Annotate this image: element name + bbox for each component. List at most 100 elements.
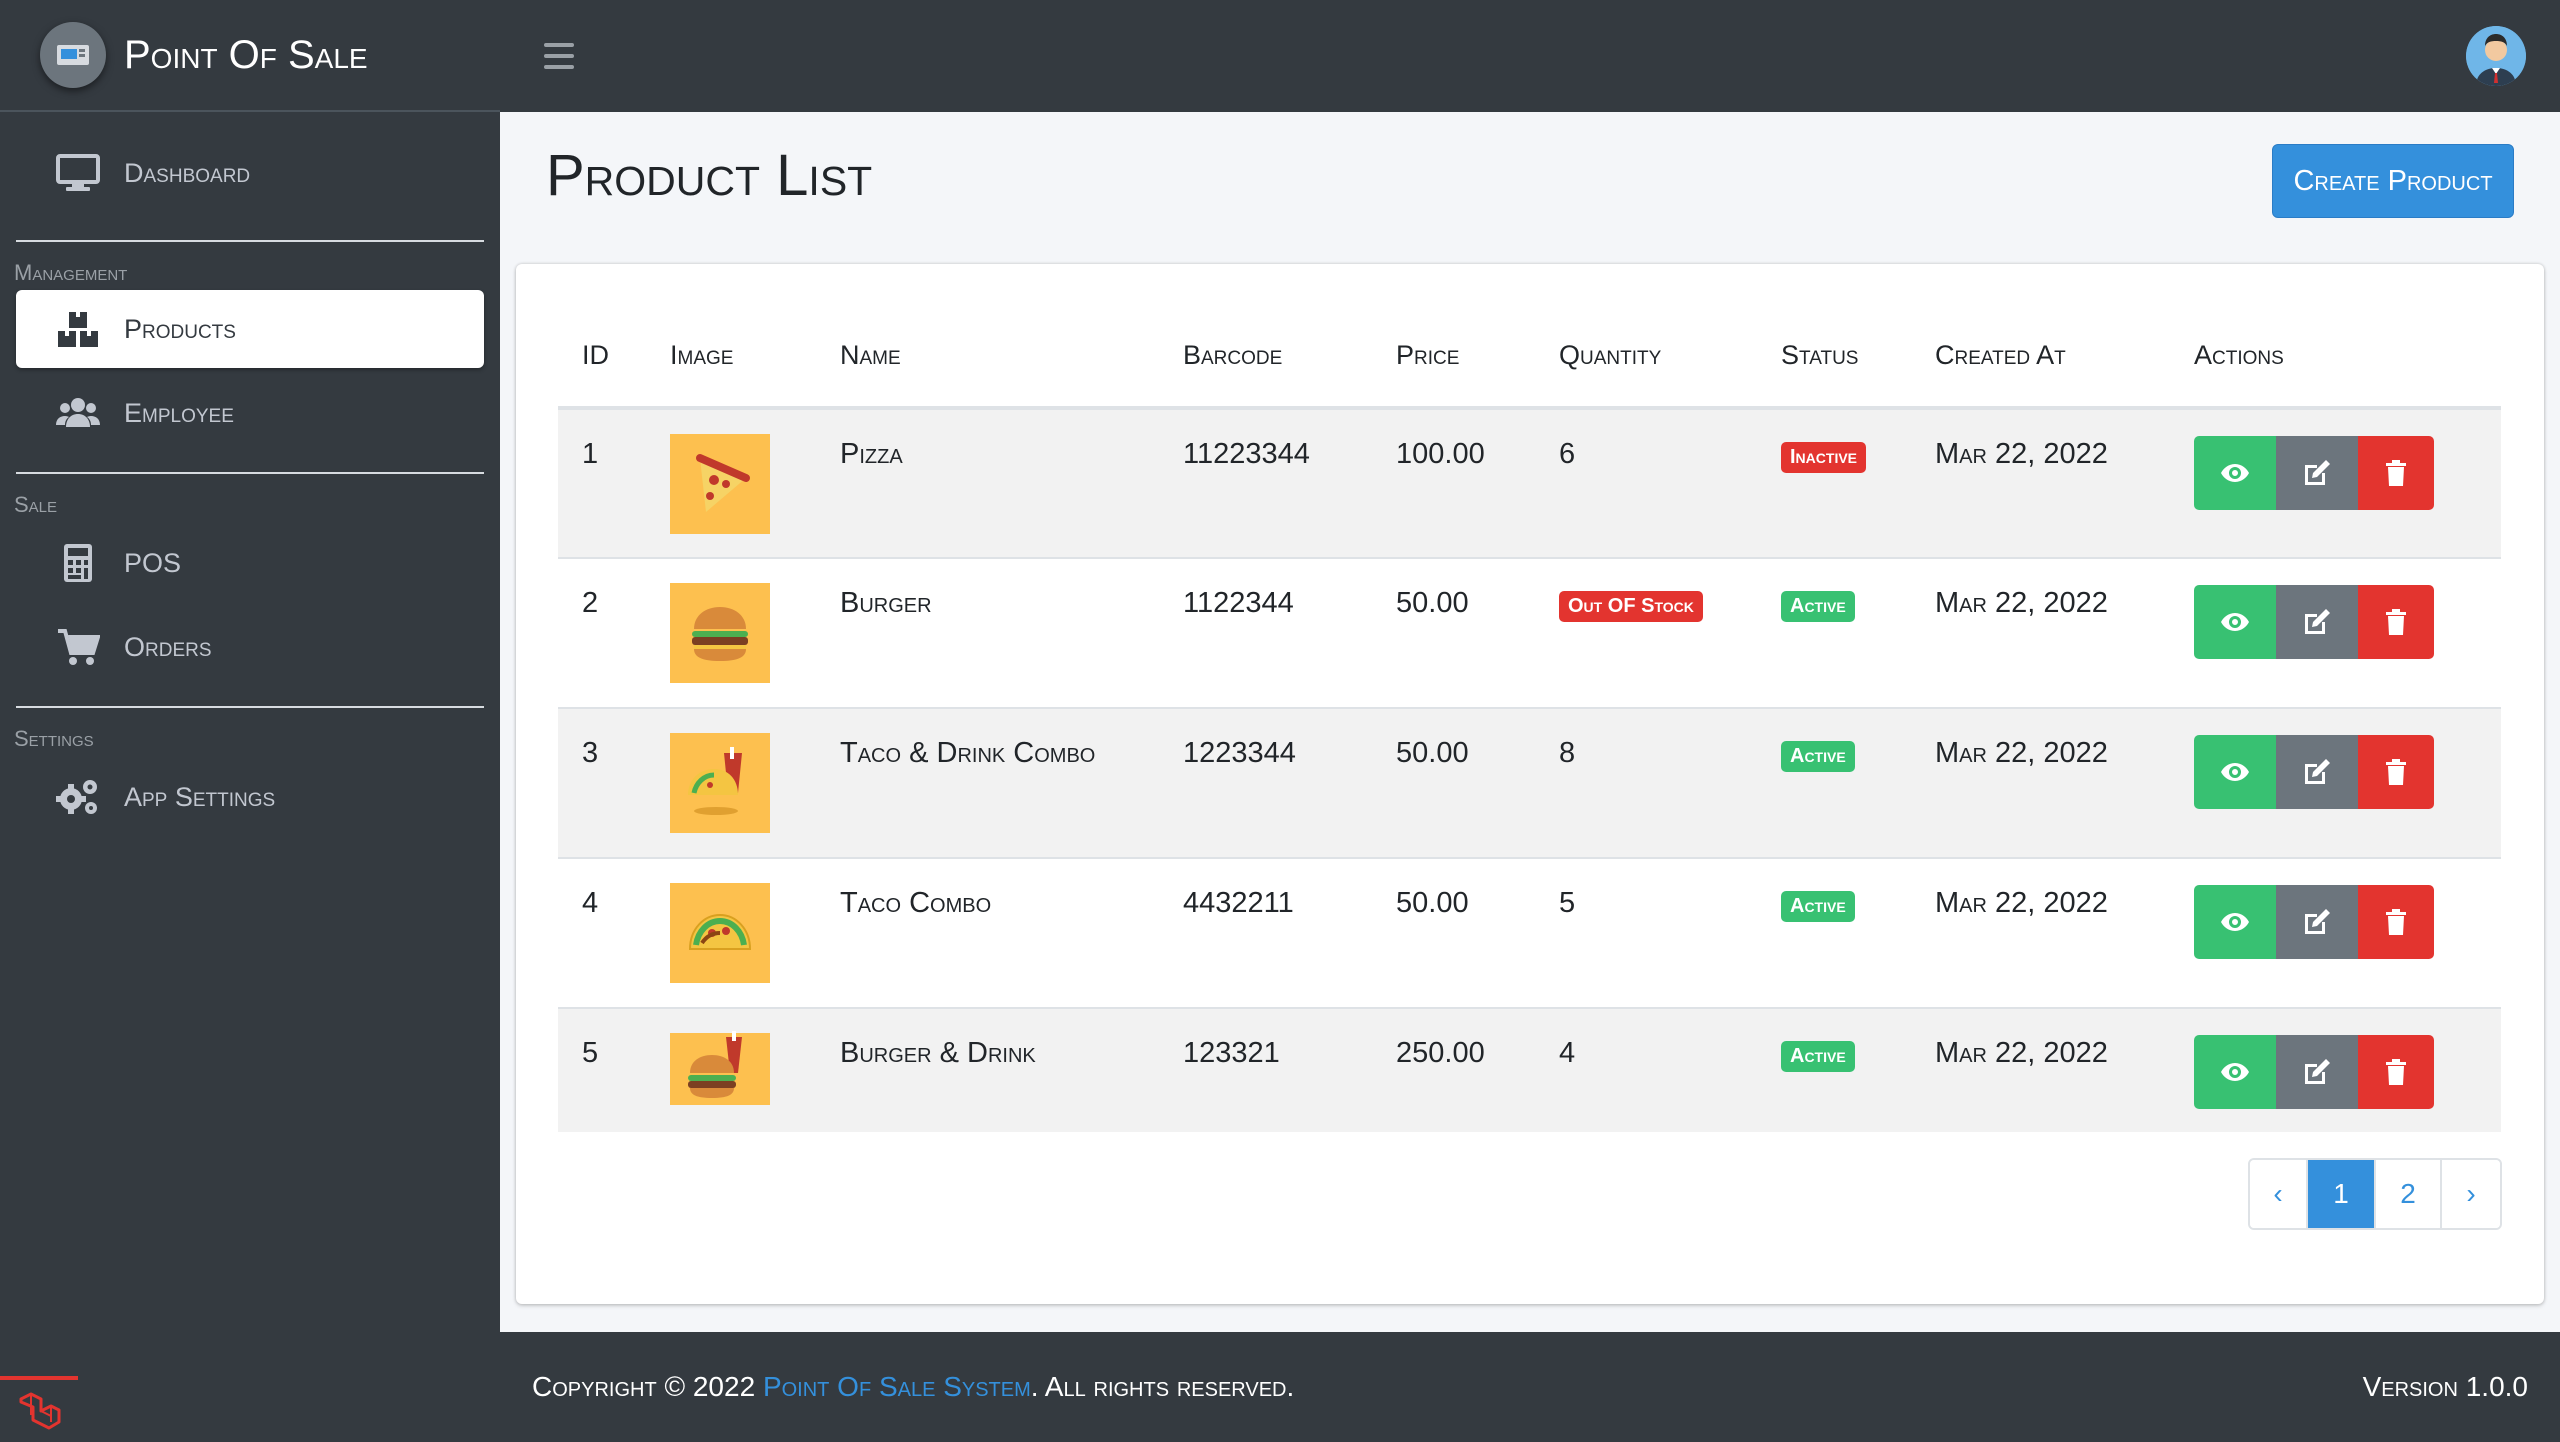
edit-button[interactable] bbox=[2276, 585, 2358, 659]
table-row: 4 Taco Combo 4432211 50.00 5 Active Mar … bbox=[558, 857, 2501, 1008]
user-avatar[interactable] bbox=[2466, 26, 2526, 86]
cell-barcode: 123321 bbox=[1159, 1007, 1372, 1132]
delete-button[interactable] bbox=[2358, 735, 2434, 809]
edit-icon bbox=[2305, 1059, 2330, 1084]
burger-icon bbox=[670, 583, 770, 683]
status-badge: Active bbox=[1781, 1041, 1855, 1072]
out-of-stock-badge: Out OF Stock bbox=[1559, 591, 1703, 622]
column-header-name: Name bbox=[816, 304, 1159, 410]
eye-icon bbox=[2221, 913, 2249, 931]
sidebar-item-dashboard[interactable]: Dashboard bbox=[16, 134, 484, 212]
delete-button[interactable] bbox=[2358, 585, 2434, 659]
table-header-row: ID Image Name Barcode Price Quantity Sta… bbox=[558, 304, 2501, 410]
table-row: 2 Burger 1122344 50.00 Out OF Stock Acti… bbox=[558, 557, 2501, 708]
edit-icon bbox=[2305, 759, 2330, 784]
edit-button[interactable] bbox=[2276, 735, 2358, 809]
footer-copyright: Copyright © 2022 Point Of Sale System. A… bbox=[532, 1371, 1294, 1403]
cell-created-at: Mar 22, 2022 bbox=[1911, 557, 2170, 708]
cell-created-at: Mar 22, 2022 bbox=[1911, 857, 2170, 1008]
sidebar-item-label: Products bbox=[124, 313, 236, 344]
cell-name: Taco Combo bbox=[816, 857, 1159, 1008]
nav-header-settings: Settings bbox=[14, 726, 94, 751]
trash-icon bbox=[2386, 759, 2406, 785]
cell-name: Taco & Drink Combo bbox=[816, 707, 1159, 858]
edit-button[interactable] bbox=[2276, 885, 2358, 959]
row-actions bbox=[2194, 436, 2501, 510]
column-header-price: Price bbox=[1372, 304, 1535, 410]
sidebar-item-label: Dashboard bbox=[124, 157, 251, 188]
edit-icon bbox=[2305, 460, 2330, 485]
burger-drink-icon bbox=[670, 1031, 770, 1105]
cell-id: 5 bbox=[558, 1007, 646, 1132]
column-header-image: Image bbox=[646, 304, 816, 410]
taco-icon bbox=[670, 883, 770, 983]
cart-icon bbox=[54, 627, 102, 667]
pagination-page-2[interactable]: 2 bbox=[2374, 1160, 2440, 1228]
menu-toggle-icon[interactable] bbox=[544, 43, 574, 69]
nav-divider bbox=[16, 706, 484, 708]
cell-id: 1 bbox=[558, 407, 646, 558]
sidebar-item-app-settings[interactable]: App Settings bbox=[16, 758, 484, 836]
cell-id: 4 bbox=[558, 857, 646, 1008]
column-header-id: ID bbox=[558, 304, 646, 410]
edit-button[interactable] bbox=[2276, 436, 2358, 510]
sidebar-item-employee[interactable]: Employee bbox=[16, 374, 484, 452]
sidebar-nav: Dashboard Management Products Employee S… bbox=[0, 134, 500, 836]
sidebar-item-label: Orders bbox=[124, 631, 212, 662]
product-table: ID Image Name Barcode Price Quantity Sta… bbox=[558, 304, 2501, 1132]
cell-quantity: 5 bbox=[1535, 857, 1757, 1008]
delete-button[interactable] bbox=[2358, 885, 2434, 959]
sidebar: Point Of Sale Dashboard Management Produ… bbox=[0, 0, 500, 1442]
edit-button[interactable] bbox=[2276, 1035, 2358, 1109]
cell-created-at: Mar 22, 2022 bbox=[1911, 407, 2170, 558]
trash-icon bbox=[2386, 1059, 2406, 1085]
eye-icon bbox=[2221, 1063, 2249, 1081]
eye-icon bbox=[2221, 464, 2249, 482]
sidebar-item-label: Employee bbox=[124, 397, 234, 428]
cell-barcode: 4432211 bbox=[1159, 857, 1372, 1008]
view-button[interactable] bbox=[2194, 735, 2276, 809]
brand-title: Point Of Sale bbox=[124, 32, 368, 77]
view-button[interactable] bbox=[2194, 436, 2276, 510]
view-button[interactable] bbox=[2194, 885, 2276, 959]
cell-quantity: 4 bbox=[1535, 1007, 1757, 1132]
pagination-page-1[interactable]: 1 bbox=[2306, 1160, 2374, 1228]
column-header-status: Status bbox=[1757, 304, 1911, 410]
cell-name: Burger & Drink bbox=[816, 1007, 1159, 1132]
create-product-button[interactable]: Create Product bbox=[2272, 144, 2514, 218]
page-title: Product List bbox=[546, 143, 873, 208]
pizza-icon bbox=[670, 434, 770, 534]
status-badge: Inactive bbox=[1781, 442, 1867, 473]
sidebar-item-pos[interactable]: POS bbox=[16, 524, 484, 602]
column-header-actions: Actions bbox=[2170, 304, 2501, 410]
column-header-created-at: Created At bbox=[1911, 304, 2170, 410]
monitor-icon bbox=[54, 153, 102, 193]
delete-button[interactable] bbox=[2358, 1035, 2434, 1109]
footer-version: Version 1.0.0 bbox=[2362, 1371, 2528, 1402]
view-button[interactable] bbox=[2194, 1035, 2276, 1109]
laravel-logo-icon bbox=[0, 1376, 78, 1442]
sidebar-item-orders[interactable]: Orders bbox=[16, 608, 484, 686]
sidebar-item-products[interactable]: Products bbox=[16, 290, 484, 368]
nav-divider bbox=[16, 240, 484, 242]
calculator-icon bbox=[54, 543, 102, 583]
view-button[interactable] bbox=[2194, 585, 2276, 659]
pagination-prev[interactable]: ‹ bbox=[2250, 1160, 2306, 1228]
footer-link[interactable]: Point Of Sale System bbox=[763, 1371, 1031, 1402]
delete-button[interactable] bbox=[2358, 436, 2434, 510]
row-actions bbox=[2194, 585, 2501, 659]
pagination-next[interactable]: › bbox=[2440, 1160, 2500, 1228]
eye-icon bbox=[2221, 613, 2249, 631]
column-header-barcode: Barcode bbox=[1159, 304, 1372, 410]
boxes-icon bbox=[54, 309, 102, 349]
trash-icon bbox=[2386, 909, 2406, 935]
cell-id: 2 bbox=[558, 557, 646, 708]
pagination: ‹ 1 2 › bbox=[2248, 1158, 2502, 1230]
cell-price: 250.00 bbox=[1372, 1007, 1535, 1132]
brand-link[interactable]: Point Of Sale bbox=[0, 0, 500, 112]
nav-header-management: Management bbox=[14, 260, 128, 285]
cell-price: 50.00 bbox=[1372, 557, 1535, 708]
edit-icon bbox=[2305, 609, 2330, 634]
status-badge: Active bbox=[1781, 891, 1855, 922]
column-header-quantity: Quantity bbox=[1535, 304, 1757, 410]
